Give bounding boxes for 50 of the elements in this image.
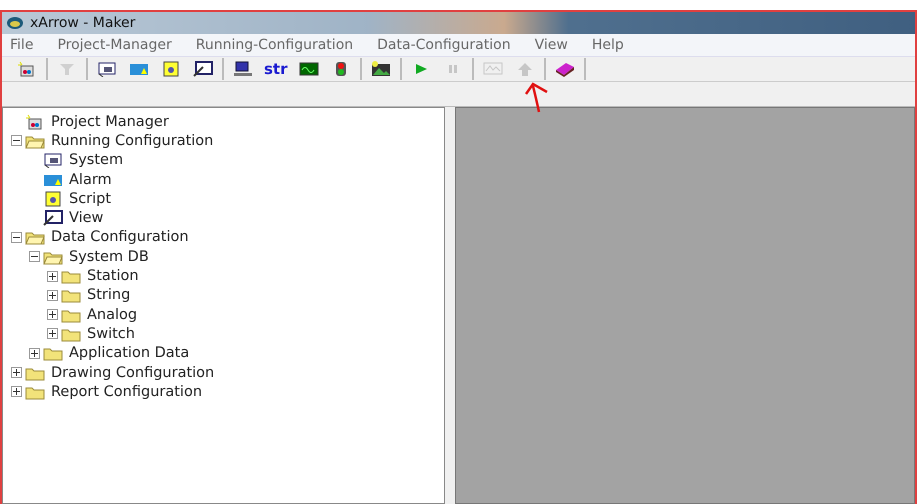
annotation-arrow (524, 82, 550, 114)
tree-item[interactable]: Script (69, 190, 112, 207)
tree-item[interactable]: Project Manager (51, 114, 169, 130)
toolbar-button[interactable] (370, 59, 392, 79)
toolbar-button[interactable] (192, 59, 214, 79)
menu-item[interactable]: Project-Manager (57, 37, 172, 53)
system-icon (43, 152, 63, 168)
computer-icon (233, 61, 253, 77)
menu-item[interactable]: Help (592, 37, 624, 53)
menu-item[interactable]: View (534, 37, 568, 53)
tree-item[interactable]: Alarm (69, 172, 112, 188)
collapse-icon[interactable] (11, 232, 22, 243)
image-icon (370, 61, 390, 77)
tree-item[interactable]: System (69, 152, 124, 168)
script-icon (161, 61, 181, 77)
expand-icon[interactable] (11, 386, 22, 398)
window-title: xArrow - Maker (30, 15, 136, 31)
expand-icon[interactable] (47, 328, 58, 340)
view-icon (43, 210, 63, 226)
menu-item[interactable]: Data-Configuration (377, 37, 511, 53)
chart-icon (482, 61, 502, 77)
string-button[interactable]: str (264, 59, 288, 79)
tree-item[interactable]: Analog (87, 306, 138, 323)
monitor-icon (298, 61, 318, 77)
tree-item[interactable]: String (87, 287, 130, 304)
tree-item[interactable]: System DB (69, 248, 149, 265)
tree-item[interactable]: Running Configuration (51, 132, 214, 149)
tree-item[interactable]: Switch (87, 326, 135, 342)
tree-item[interactable]: View (69, 210, 104, 226)
expand-icon[interactable] (47, 270, 58, 282)
view-icon (193, 61, 213, 77)
tree-item[interactable]: Data Configuration (51, 229, 189, 246)
expand-icon[interactable] (29, 348, 40, 359)
expand-icon[interactable] (47, 309, 58, 320)
tree-item[interactable]: Drawing Configuration (51, 364, 214, 380)
collapse-icon[interactable] (11, 135, 22, 146)
script-icon (43, 190, 63, 207)
tree-item[interactable]: Station (87, 268, 139, 284)
alarm-icon (129, 61, 149, 77)
tree-item[interactable]: Report Configuration (51, 384, 202, 400)
expand-icon[interactable] (11, 367, 22, 378)
tree-item[interactable]: Application Data (69, 345, 190, 362)
app-logo-icon (6, 16, 24, 30)
book-icon (554, 61, 574, 77)
expand-icon[interactable] (47, 290, 58, 301)
menu-item[interactable]: File (10, 37, 34, 53)
toolbar-button[interactable] (232, 59, 254, 79)
collapse-icon[interactable] (29, 251, 40, 262)
system-icon (97, 61, 117, 77)
menu-item[interactable]: Running-Configuration (196, 37, 354, 53)
